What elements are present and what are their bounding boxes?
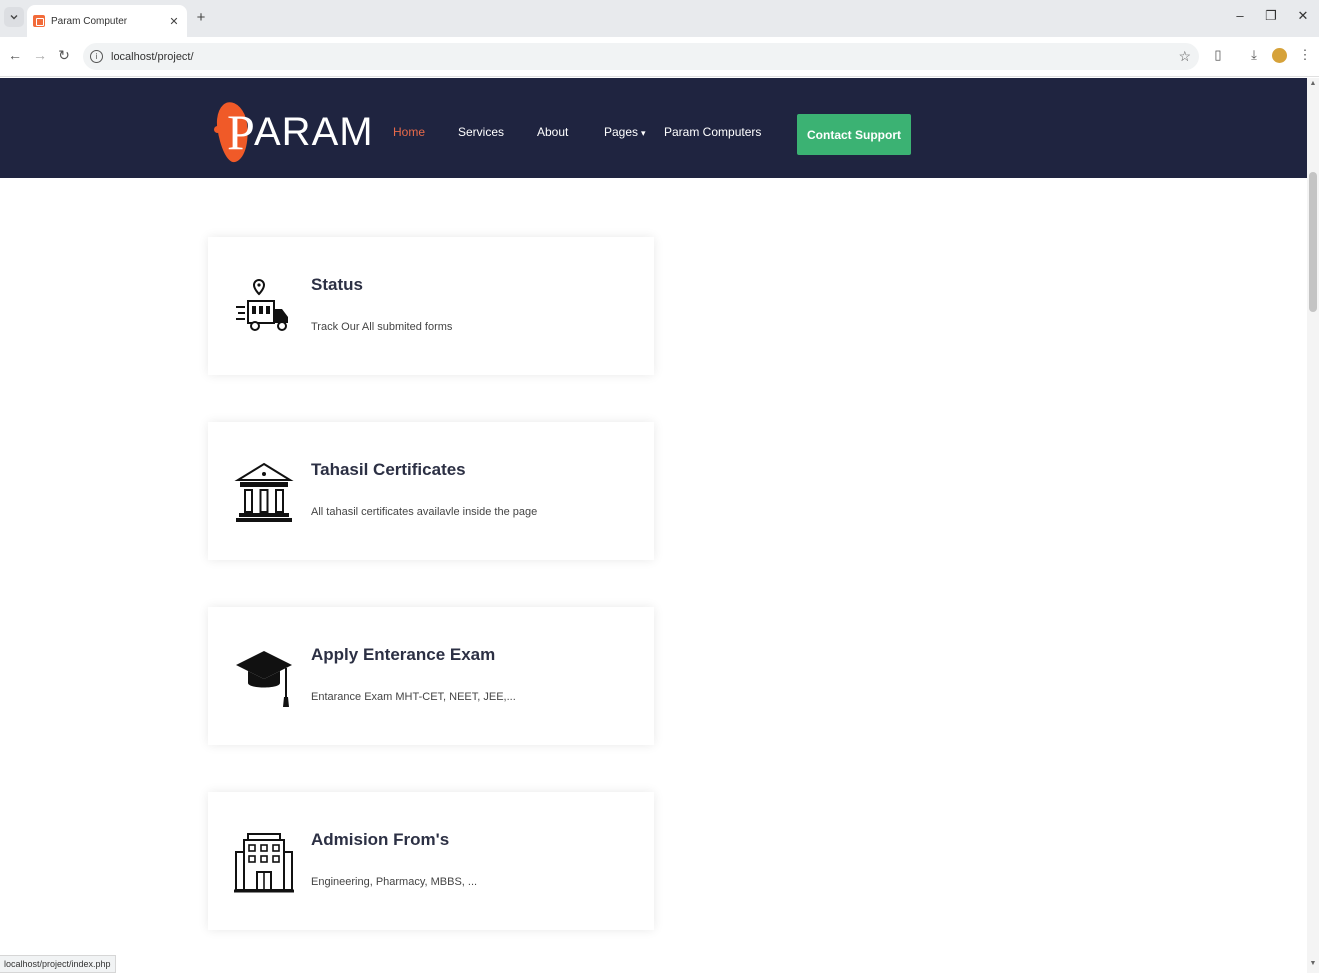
page-scrollbar[interactable]: ▲ ▼ bbox=[1307, 78, 1319, 973]
reload-icon[interactable]: ↻ bbox=[55, 47, 73, 64]
nav-param-computers[interactable]: Param Computers bbox=[664, 125, 761, 139]
scroll-up-icon[interactable]: ▲ bbox=[1307, 80, 1319, 87]
chevron-down-icon: ▾ bbox=[641, 128, 646, 138]
url-text[interactable]: localhost/project/ bbox=[111, 51, 1178, 63]
card-description: All tahasil certificates availavle insid… bbox=[311, 506, 538, 518]
site-header: P ARAM Home Services About Pages ▾ Param … bbox=[0, 78, 1307, 178]
site-info-icon[interactable]: i bbox=[90, 50, 103, 63]
card-title: Apply Enterance Exam bbox=[311, 645, 496, 664]
service-card-admision-froms[interactable]: Admision From's Engineering, Pharmacy, M… bbox=[208, 792, 654, 930]
nav-pages-label: Pages bbox=[604, 125, 639, 139]
service-card-tahasil-certificates[interactable]: Tahasil Certificates All tahasil certifi… bbox=[208, 422, 654, 560]
card-title: Tahasil Certificates bbox=[311, 460, 466, 479]
scroll-down-icon[interactable]: ▼ bbox=[1307, 960, 1319, 967]
card-description: Engineering, Pharmacy, MBBS, ... bbox=[311, 876, 478, 888]
service-card-apply-enterance-exam[interactable]: Apply Enterance Exam Entarance Exam MHT-… bbox=[208, 607, 654, 745]
logo-initial: P bbox=[227, 104, 255, 160]
nav-pages[interactable]: Pages ▾ bbox=[604, 125, 646, 139]
card-description: Track Our All submited forms bbox=[311, 321, 453, 333]
restore-icon[interactable]: ❐ bbox=[1263, 8, 1279, 24]
contact-support-button[interactable]: Contact Support bbox=[797, 114, 911, 155]
browser-window: Param Computer ✕ + – ❐ ✕ ← → ↻ i localho… bbox=[0, 0, 1319, 973]
card-title: Admision From's bbox=[311, 830, 450, 849]
scrollbar-thumb[interactable] bbox=[1309, 172, 1317, 312]
back-icon[interactable]: ← bbox=[6, 47, 24, 63]
college-building-icon bbox=[234, 833, 294, 893]
extension-icon[interactable] bbox=[1272, 48, 1287, 63]
address-bar[interactable]: i localhost/project/ ☆ bbox=[83, 43, 1199, 70]
link-status-bar: localhost/project/index.php bbox=[0, 955, 116, 973]
chevron-down-icon bbox=[10, 15, 18, 20]
nav-about[interactable]: About bbox=[537, 125, 568, 139]
browser-toolbar: ← → ↻ i localhost/project/ ☆ ▯ ⤓ ⋮ bbox=[0, 37, 1319, 77]
tab-title: Param Computer bbox=[51, 15, 128, 27]
site-logo[interactable]: P ARAM bbox=[213, 100, 374, 164]
government-building-icon bbox=[234, 462, 294, 522]
site-favicon-icon bbox=[33, 15, 45, 27]
nav-home[interactable]: Home bbox=[393, 125, 425, 139]
tab-search-button[interactable] bbox=[4, 7, 24, 27]
reading-list-icon[interactable]: ▯ bbox=[1209, 47, 1227, 63]
new-tab-button[interactable]: + bbox=[193, 9, 209, 26]
card-description: Entarance Exam MHT-CET, NEET, JEE,... bbox=[311, 691, 516, 703]
card-title: Status bbox=[311, 275, 363, 294]
nav-services[interactable]: Services bbox=[458, 125, 504, 139]
minimize-icon[interactable]: – bbox=[1232, 8, 1248, 23]
service-card-status[interactable]: Status Track Our All submited forms bbox=[208, 237, 654, 375]
close-window-icon[interactable]: ✕ bbox=[1295, 8, 1311, 24]
graduation-cap-icon bbox=[236, 651, 292, 707]
more-menu-icon[interactable]: ⋮ bbox=[1296, 47, 1314, 63]
tab-strip: Param Computer ✕ + – ❐ ✕ bbox=[0, 0, 1319, 37]
close-tab-icon[interactable]: ✕ bbox=[167, 15, 181, 28]
browser-tab[interactable]: Param Computer ✕ bbox=[27, 5, 187, 37]
logo-text: ARAM bbox=[254, 110, 374, 154]
bookmark-star-icon[interactable]: ☆ bbox=[1178, 48, 1191, 65]
download-icon[interactable]: ⤓ bbox=[1245, 47, 1263, 63]
logo-mark-icon: P bbox=[213, 100, 255, 164]
forward-icon[interactable]: → bbox=[31, 47, 49, 63]
delivery-truck-location-icon bbox=[236, 278, 288, 331]
